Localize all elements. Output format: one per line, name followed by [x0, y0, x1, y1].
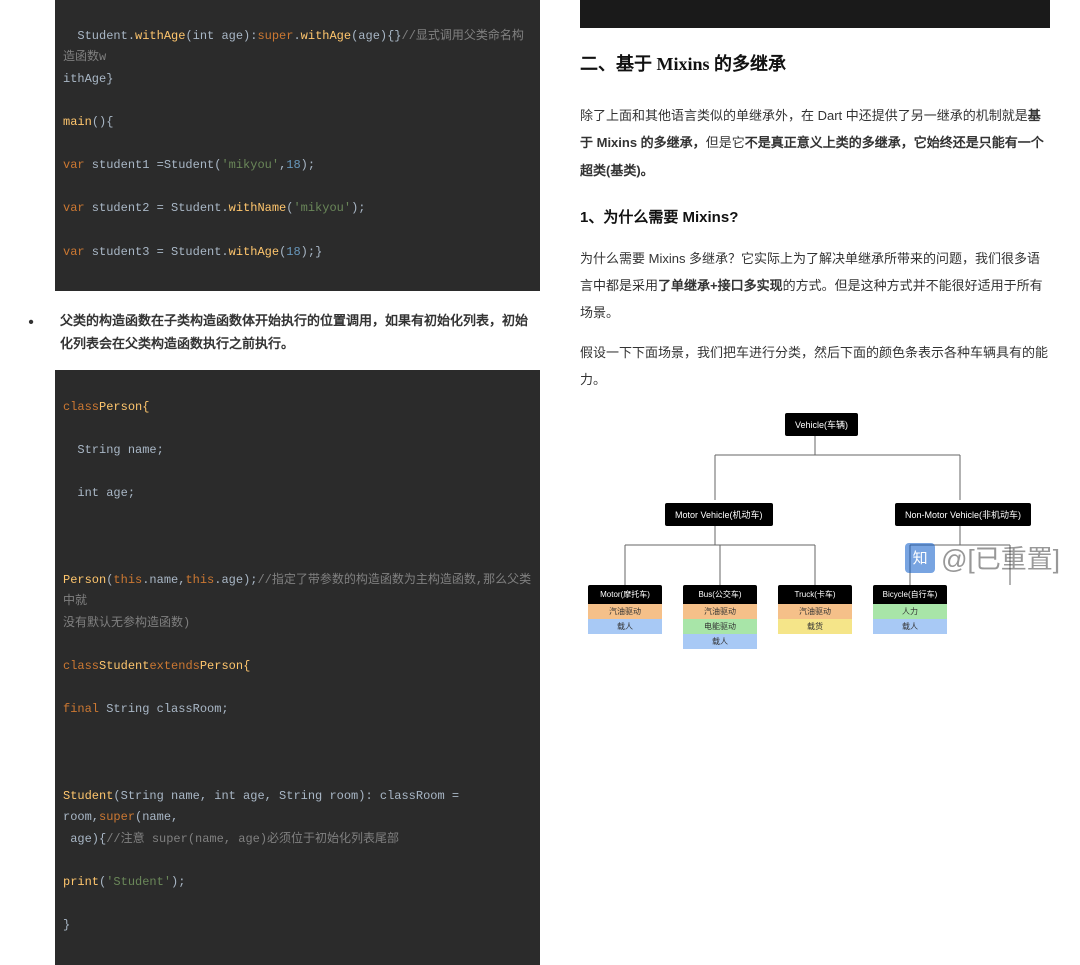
- code-line: Student(String name, int age, String roo…: [63, 789, 466, 825]
- capability: 载人: [873, 619, 947, 634]
- left-column: Student.withAge(int age):super.withAge(a…: [0, 0, 540, 606]
- leaf-motor: Motor(摩托车) 汽油驱动 载人: [588, 585, 662, 634]
- code-line: 没有默认无参构造函数): [63, 616, 190, 630]
- subsection-heading: 1、为什么需要 Mixins?: [580, 206, 1050, 227]
- node-root: Vehicle(车辆): [785, 413, 858, 436]
- node-non-motor-vehicle: Non-Motor Vehicle(非机动车): [895, 503, 1031, 526]
- capability: 汽油驱动: [778, 604, 852, 619]
- bullet-dot: •: [20, 309, 42, 356]
- leaf-truck: Truck(卡车) 汽油驱动 载货: [778, 585, 852, 634]
- dark-bar: [580, 0, 1050, 28]
- watermark: 知 @[已重置]: [905, 539, 1060, 576]
- capability: 载人: [683, 634, 757, 649]
- code-line: print('Student');: [63, 875, 185, 889]
- leaf-title: Truck(卡车): [778, 585, 852, 604]
- code-line: var student2 = Student.withName('mikyou'…: [63, 201, 365, 215]
- paragraph-3: 假设一下下面场景，我们把车进行分类，然后下面的颜色条表示各种车辆具有的能力。: [580, 339, 1050, 394]
- code-line: classPerson{: [63, 400, 149, 414]
- code-line: int age;: [63, 486, 135, 500]
- code-line: Person(this.name,this.age);//指定了带参数的构造函数…: [63, 573, 531, 609]
- code-line: age){//注意 super(name, age)必须位于初始化列表尾部: [63, 832, 399, 846]
- paragraph-1: 除了上面和其他语言类似的单继承外，在 Dart 中还提供了另一继承的机制就是基于…: [580, 102, 1050, 184]
- capability: 汽油驱动: [588, 604, 662, 619]
- code-block-2: classPerson{ String name; int age; Perso…: [55, 370, 540, 965]
- code-line: classStudentextendsPerson{: [63, 659, 250, 673]
- code-line: Student.withAge(int age):super.withAge(a…: [63, 29, 524, 65]
- leaf-bicycle: Bicycle(自行车) 人力 载人: [873, 585, 947, 634]
- code-line: var student3 = Student.withAge(18);}: [63, 245, 322, 259]
- bullet-item: • 父类的构造函数在子类构造函数体开始执行的位置调用，如果有初始化列表，初始化列…: [20, 309, 540, 356]
- node-motor-vehicle: Motor Vehicle(机动车): [665, 503, 773, 526]
- code-block-1: Student.withAge(int age):super.withAge(a…: [55, 0, 540, 291]
- leaf-title: Bus(公交车): [683, 585, 757, 604]
- capability: 电能驱动: [683, 619, 757, 634]
- capability: 人力: [873, 604, 947, 619]
- capability: 汽油驱动: [683, 604, 757, 619]
- code-line: ithAge}: [63, 72, 113, 86]
- leaf-title: Motor(摩托车): [588, 585, 662, 604]
- paragraph-2: 为什么需要 Mixins 多继承？它实际上为了解决单继承所带来的问题，我们很多语…: [580, 245, 1050, 327]
- vehicle-diagram: Vehicle(车辆) Motor Vehicle(机动车) Non-Motor…: [580, 405, 1050, 645]
- code-line: String name;: [63, 443, 164, 457]
- code-line: main(){: [63, 115, 113, 129]
- leaf-bus: Bus(公交车) 汽油驱动 电能驱动 载人: [683, 585, 757, 649]
- code-line: }: [63, 918, 70, 932]
- bullet-text: 父类的构造函数在子类构造函数体开始执行的位置调用，如果有初始化列表，初始化列表会…: [42, 309, 540, 356]
- right-column: 二、基于 Mixins 的多继承 除了上面和其他语言类似的单继承外，在 Dart…: [540, 0, 1080, 606]
- watermark-text: @[已重置]: [941, 539, 1060, 576]
- code-line: final String classRoom;: [63, 702, 229, 716]
- leaf-title: Bicycle(自行车): [873, 585, 947, 604]
- section-heading: 二、基于 Mixins 的多继承: [580, 50, 1050, 76]
- capability: 载货: [778, 619, 852, 634]
- capability: 载人: [588, 619, 662, 634]
- zhihu-logo-icon: 知: [905, 543, 935, 573]
- code-line: var student1 =Student('mikyou',18);: [63, 158, 315, 172]
